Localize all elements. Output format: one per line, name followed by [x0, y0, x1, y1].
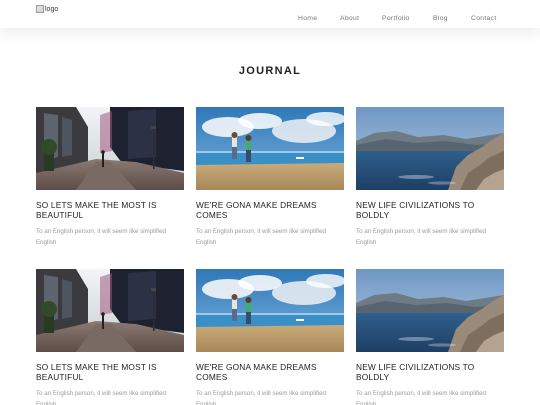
journal-card: NEW LIFE CIVILIZATIONS TO BOLDLY To an E… [356, 269, 504, 405]
post-title[interactable]: WE'RE GONA MAKE DREAMS COMES [196, 362, 344, 382]
post-thumbnail[interactable] [356, 269, 504, 352]
post-thumbnail[interactable] [356, 107, 504, 190]
post-title[interactable]: SO LETS MAKE THE MOST IS BEAUTIFUL [36, 362, 184, 382]
post-excerpt: To an English person, it will seem like … [36, 228, 166, 246]
post-excerpt: To an English person, it will seem like … [196, 390, 326, 405]
post-title[interactable]: NEW LIFE CIVILIZATIONS TO BOLDLY [356, 200, 504, 220]
post-excerpt: To an English person, it will seem like … [196, 228, 326, 246]
post-title[interactable]: WE'RE GONA MAKE DREAMS COMES [196, 200, 344, 220]
journal-card: WE'RE GONA MAKE DREAMS COMES To an Engli… [196, 269, 344, 405]
post-excerpt: To an English person, it will seem like … [36, 390, 166, 405]
post-excerpt: To an English person, it will seem like … [356, 228, 486, 246]
journal-card: NEW LIFE CIVILIZATIONS TO BOLDLY To an E… [356, 107, 504, 248]
post-thumbnail[interactable] [196, 269, 344, 352]
post-title[interactable]: NEW LIFE CIVILIZATIONS TO BOLDLY [356, 362, 504, 382]
post-excerpt: To an English person, it will seem like … [356, 390, 486, 405]
post-title[interactable]: SO LETS MAKE THE MOST IS BEAUTIFUL [36, 200, 184, 220]
journal-card: WE'RE GONA MAKE DREAMS COMES To an Engli… [196, 107, 344, 248]
journal-card: SO LETS MAKE THE MOST IS BEAUTIFUL To an… [36, 269, 184, 405]
post-thumbnail[interactable] [36, 269, 184, 352]
post-thumbnail[interactable] [196, 107, 344, 190]
journal-card: SO LETS MAKE THE MOST IS BEAUTIFUL To an… [36, 107, 184, 248]
journal-grid: SO LETS MAKE THE MOST IS BEAUTIFUL To an… [0, 0, 540, 405]
post-thumbnail[interactable] [36, 107, 184, 190]
